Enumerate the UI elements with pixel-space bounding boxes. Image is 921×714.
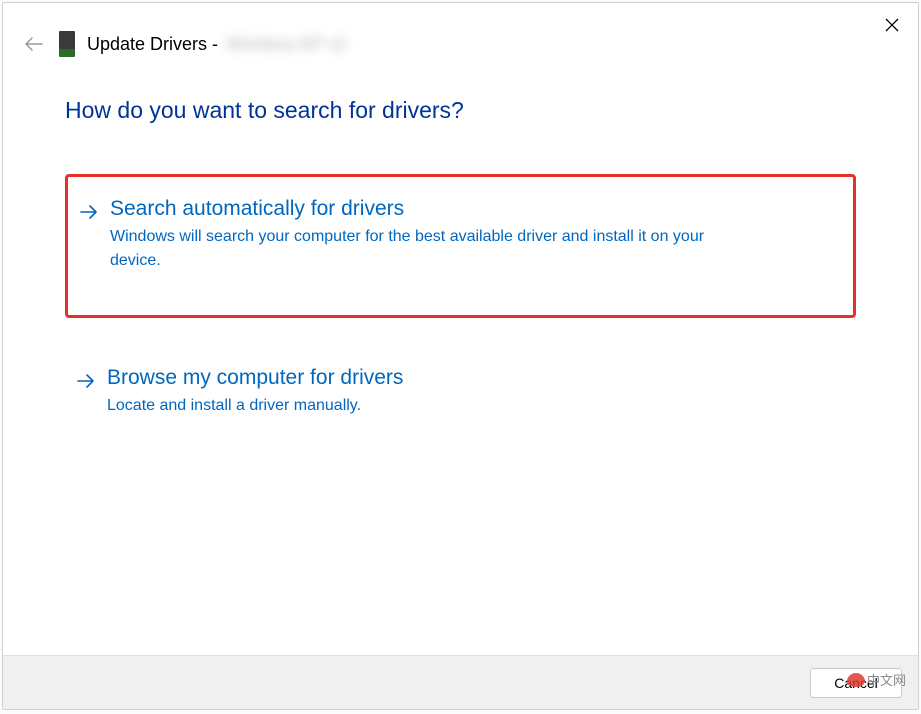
close-icon [885,18,899,32]
title-device-name: Wireless AP v2 [226,34,347,55]
option-text: Search automatically for drivers Windows… [110,197,835,273]
option-search-automatically[interactable]: Search automatically for drivers Windows… [65,174,856,318]
close-button[interactable] [880,13,904,37]
arrow-right-icon [80,202,100,225]
dialog-title: Update Drivers - Wireless AP v2 [87,34,347,55]
option-description: Locate and install a driver manually. [107,394,732,418]
option-browse-computer[interactable]: Browse my computer for drivers Locate an… [65,352,856,440]
page-heading: How do you want to search for drivers? [65,97,856,124]
arrow-right-icon [77,371,97,394]
update-drivers-dialog: Update Drivers - Wireless AP v2 How do y… [2,2,919,710]
device-icon [59,31,75,57]
cancel-button[interactable]: Cancel [810,668,902,698]
dialog-content: How do you want to search for drivers? S… [3,59,918,655]
option-text: Browse my computer for drivers Locate an… [107,366,838,418]
dialog-footer: Cancel [3,655,918,709]
back-arrow-icon [25,37,43,51]
option-title: Search automatically for drivers [110,197,835,221]
back-button[interactable] [23,33,45,55]
cancel-label: Cancel [834,675,878,691]
option-title: Browse my computer for drivers [107,366,838,390]
dialog-header: Update Drivers - Wireless AP v2 [3,3,918,59]
title-prefix: Update Drivers - [87,34,218,55]
option-description: Windows will search your computer for th… [110,225,735,273]
